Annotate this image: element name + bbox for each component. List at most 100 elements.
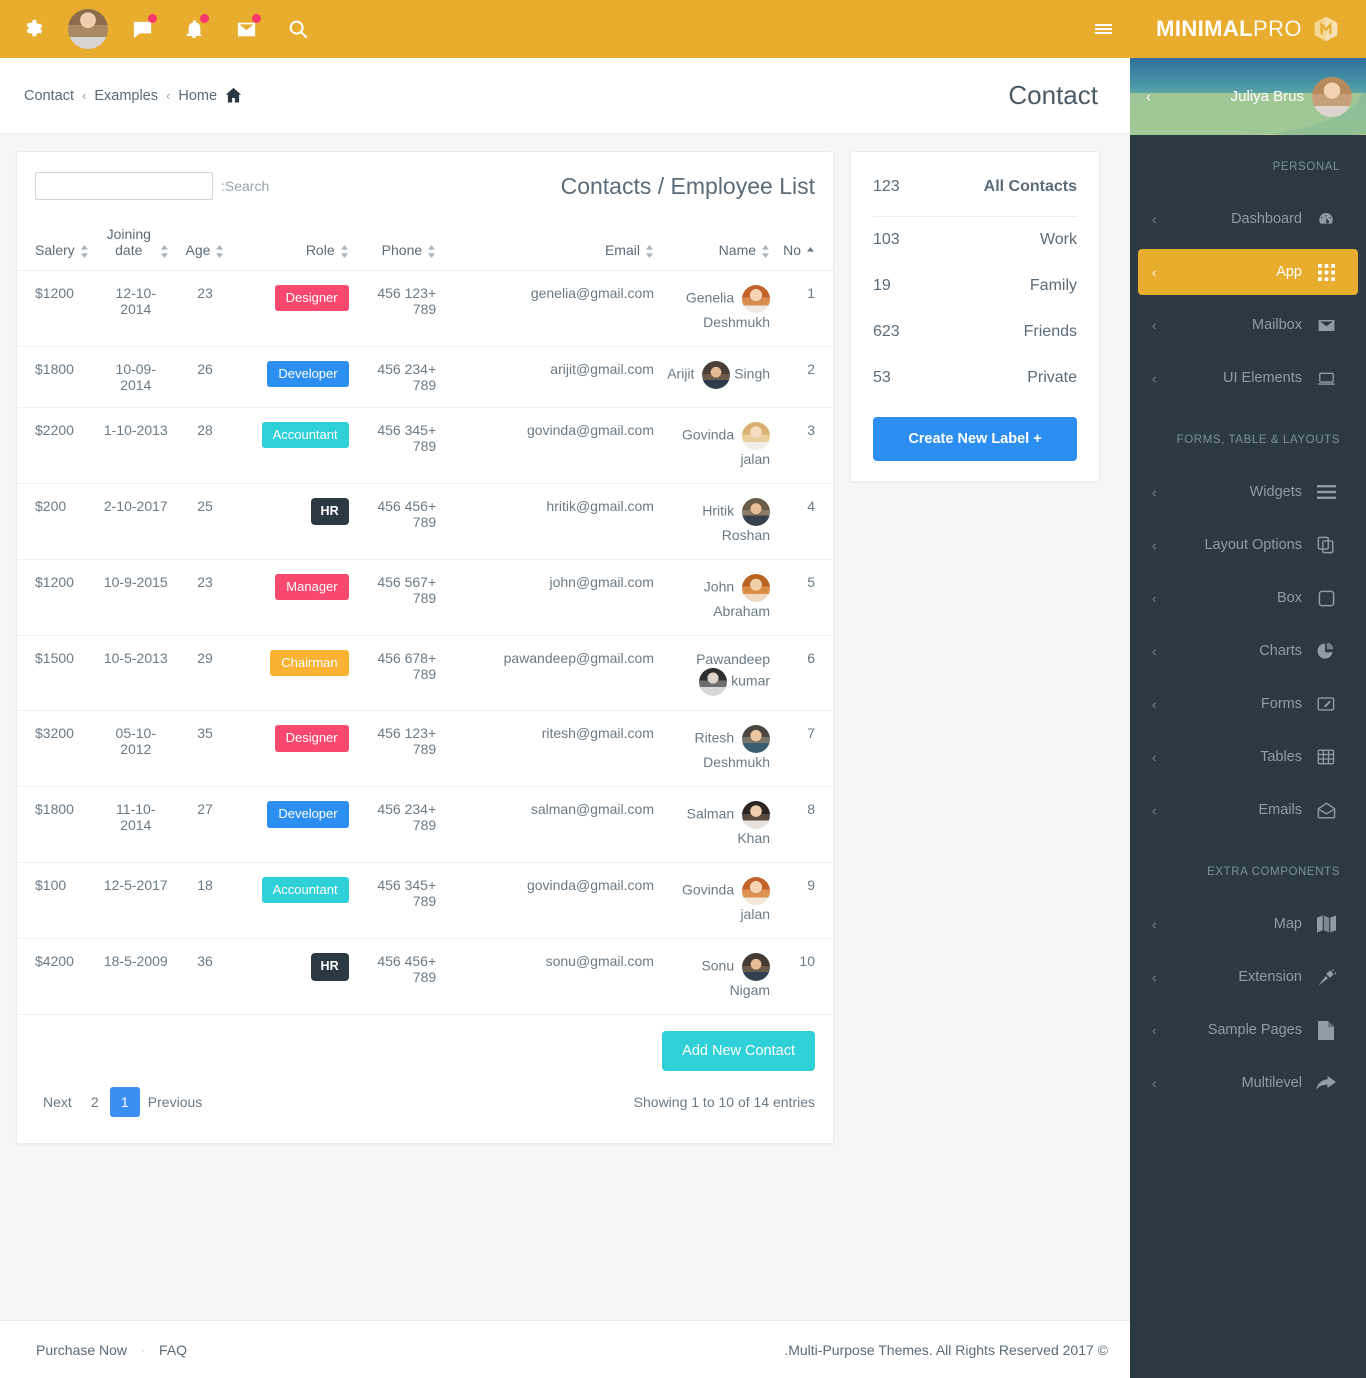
cell-phone: 456 234+ 789 — [354, 786, 443, 864]
sidebar-item-tables[interactable]: ‹ Tables — [1138, 734, 1358, 780]
pagination-next[interactable]: Next — [35, 1087, 80, 1117]
contact-avatar[interactable] — [742, 421, 771, 450]
envelope-icon[interactable] — [220, 0, 272, 58]
sidebar-item-forms[interactable]: ‹ Forms — [1138, 681, 1358, 727]
label-row-all-contacts[interactable]: 123 All Contacts — [873, 160, 1077, 217]
copy-icon — [1316, 535, 1336, 555]
page-title: Contact — [1008, 80, 1098, 110]
sidebar-collapse-icon[interactable]: ‹ — [1146, 88, 1151, 105]
contact-name: Sonu Nigam — [666, 953, 771, 1000]
sidebar-item-app[interactable]: ‹ App — [1138, 249, 1358, 295]
column-header-no[interactable]: No — [776, 218, 833, 271]
cell-role: Developer — [234, 786, 355, 864]
sidebar-item-map[interactable]: ‹ Map — [1138, 901, 1358, 947]
contact-avatar[interactable] — [702, 360, 731, 389]
main-content: Contact ‹ Examples ‹ Home Contact :Searc… — [0, 58, 1130, 1378]
pagination-previous[interactable]: Previous — [140, 1087, 210, 1117]
sort-both-icon — [427, 245, 436, 258]
sidebar-item-charts[interactable]: ‹ Charts — [1138, 628, 1358, 674]
footer-link-faq[interactable]: FAQ — [159, 1342, 187, 1358]
table-row[interactable]: $100 12-5-2017 18 Accountant 456 345+ 789 gov… — [17, 862, 833, 940]
column-header-joining-date[interactable]: Joining date — [96, 218, 176, 271]
pagination-page-1[interactable]: 1 — [109, 1087, 140, 1118]
sidebar-profile-name: Juliya Brus — [1230, 88, 1304, 105]
contact-name: Pawandeep kumar — [666, 650, 770, 697]
sidebar-item-multilevel[interactable]: ‹ Multilevel — [1138, 1060, 1358, 1106]
bell-icon[interactable] — [168, 0, 220, 58]
chevron-left-icon: ‹ — [1152, 696, 1157, 712]
sidebar-item-emails[interactable]: ‹ Emails — [1138, 787, 1358, 833]
chat-icon[interactable] — [116, 0, 168, 58]
cell-age: 29 — [175, 635, 235, 712]
contact-avatar[interactable] — [699, 668, 728, 697]
table-row[interactable]: $1500 10-5-2013 29 Chairman 456 678+ 789 pawa… — [17, 635, 833, 712]
contact-avatar[interactable] — [742, 573, 771, 602]
brand-logo-area[interactable]: MINIMALPRO — [1130, 0, 1366, 58]
cell-age: 18 — [175, 862, 235, 940]
table-row[interactable]: $4200 18-5-2009 36 HR 456 456+ 789 sonu@gmail… — [17, 938, 833, 1016]
sidebar-item-box[interactable]: ‹ Box — [1138, 575, 1358, 621]
sidebar-item-layout-options[interactable]: ‹ Layout Options — [1138, 522, 1358, 568]
sidebar-item-ui-elements[interactable]: ‹ UI Elements — [1138, 355, 1358, 401]
table-body: $1200 12-10-2014 23 Designer 456 123+ 789 gen… — [17, 270, 833, 1016]
label-row-private[interactable]: 53 Private — [873, 355, 1077, 401]
sidebar-item-mailbox[interactable]: ‹ Mailbox — [1138, 302, 1358, 348]
breadcrumb-item-contact[interactable]: Contact — [24, 88, 74, 104]
table-row[interactable]: $1200 10-9-2015 23 Manager 456 567+ 789 john@… — [17, 559, 833, 636]
table-row[interactable]: $200 2-10-2017 25 HR 456 456+ 789 hritik@gmai… — [17, 483, 833, 560]
footer-link-purchase[interactable]: Purchase Now — [36, 1342, 127, 1358]
cell-email: genelia@gmail.com — [442, 270, 660, 347]
table-row[interactable]: $1800 11-10-2014 27 Developer 456 234+ 789 sa… — [17, 786, 833, 864]
sidebar-profile-avatar[interactable] — [1312, 76, 1352, 117]
column-header-name[interactable]: Name — [659, 218, 777, 271]
cell-joining-date: 10-9-2015 — [96, 559, 176, 636]
add-new-contact-button[interactable]: Add New Contact — [662, 1031, 815, 1072]
column-header-phone[interactable]: Phone — [354, 218, 443, 271]
column-header-age[interactable]: Age — [175, 218, 235, 271]
cell-email: salman@gmail.com — [442, 786, 660, 864]
contact-avatar[interactable] — [742, 953, 771, 982]
label-row-work[interactable]: 103 Work — [873, 217, 1077, 263]
contact-avatar[interactable] — [742, 801, 771, 830]
cell-phone: 456 123+ 789 — [354, 710, 443, 788]
sidebar-item-label: App — [1276, 264, 1302, 280]
column-header-email[interactable]: Email — [442, 218, 660, 271]
cell-age: 25 — [175, 483, 235, 560]
label-row-friends[interactable]: 623 Friends — [873, 309, 1077, 355]
create-new-label-button[interactable]: Create New Label + — [873, 417, 1077, 461]
sidebar-item-label: Box — [1277, 590, 1302, 606]
gear-icon[interactable] — [8, 0, 60, 58]
sidebar-item-widgets[interactable]: ‹ Widgets — [1138, 469, 1358, 515]
sidebar-item-dashboard[interactable]: ‹ Dashboard — [1138, 196, 1358, 242]
table-row[interactable]: $1800 10-09-2014 26 Developer 456 234+ 789 ar… — [17, 346, 833, 408]
cell-joining-date: 1-10-2013 — [96, 407, 176, 484]
sidebar-profile[interactable]: ‹ Juliya Brus — [1130, 58, 1366, 135]
home-icon[interactable] — [225, 87, 242, 104]
contact-avatar[interactable] — [742, 497, 771, 526]
breadcrumb-item-home[interactable]: Home — [178, 88, 217, 104]
cell-phone: 456 123+ 789 — [354, 270, 443, 347]
contact-avatar[interactable] — [742, 725, 771, 754]
column-label: Salery — [35, 242, 75, 258]
cell-joining-date: 11-10-2014 — [96, 786, 176, 864]
sidebar-item-extension[interactable]: ‹ Extension — [1138, 954, 1358, 1000]
label-row-family[interactable]: 19 Family — [873, 263, 1077, 309]
contact-avatar[interactable] — [742, 285, 771, 313]
search-icon[interactable] — [272, 0, 324, 58]
table-row[interactable]: $3200 05-10-2012 35 Designer 456 123+ 789 rit… — [17, 710, 833, 788]
menu-icon[interactable] — [1080, 0, 1126, 58]
search-input[interactable] — [35, 172, 213, 200]
column-header-role[interactable]: Role — [234, 218, 355, 271]
contact-avatar[interactable] — [742, 877, 771, 906]
label-name: All Contacts — [983, 178, 1077, 195]
sort-both-icon — [340, 245, 349, 258]
cell-age: 26 — [175, 346, 235, 408]
table-row[interactable]: $1200 12-10-2014 23 Designer 456 123+ 789 gen… — [17, 270, 833, 347]
cell-salary: $2200 — [17, 407, 97, 484]
sidebar-item-sample-pages[interactable]: ‹ Sample Pages — [1138, 1007, 1358, 1053]
column-header-salery[interactable]: Salery — [17, 218, 97, 271]
pagination-page-2[interactable]: 2 — [80, 1087, 110, 1117]
table-row[interactable]: $2200 1-10-2013 28 Accountant 456 345+ 789 go… — [17, 407, 833, 484]
breadcrumb-item-examples[interactable]: Examples — [94, 88, 158, 104]
avatar[interactable] — [68, 9, 108, 49]
